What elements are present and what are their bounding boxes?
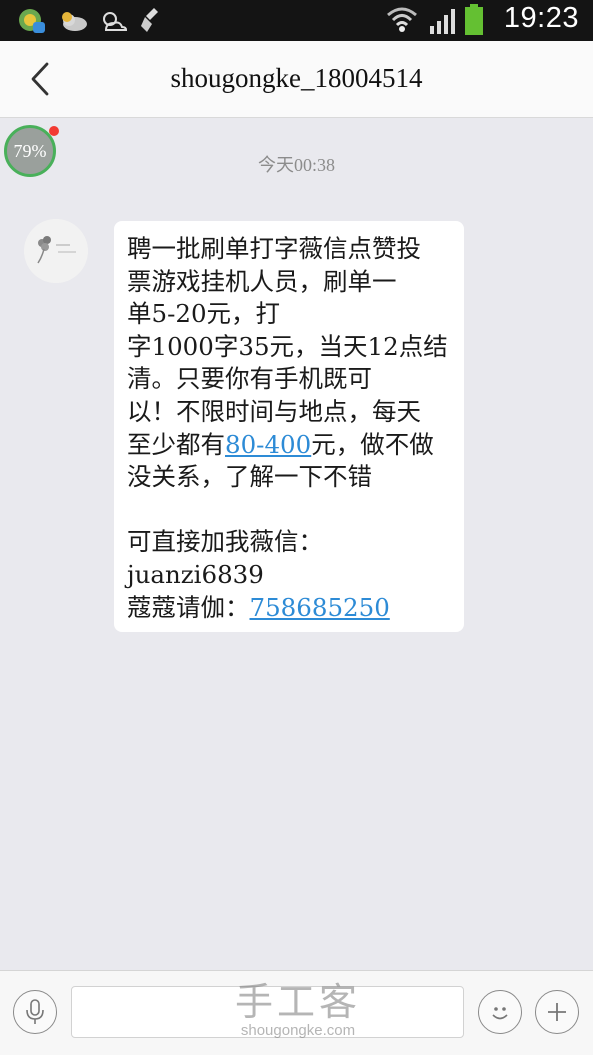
message-bubble[interactable]: 聘一批刷单打字薇信点赞投 票游戏挂机人员，刷单一 单5-20元，打 字1000字… (114, 221, 464, 632)
chat-header: shougongke_18004514 (0, 41, 593, 118)
app-notification-icon (19, 9, 45, 33)
voice-button[interactable] (13, 990, 57, 1034)
flower-avatar-icon (24, 219, 88, 283)
notification-dot (49, 126, 59, 136)
plus-icon (548, 1003, 566, 1021)
input-bar (0, 970, 593, 1055)
message-line: 清。只要你有手机既可 (127, 364, 372, 394)
message-line: 单5-20元，打 (127, 299, 281, 329)
message-line: 没关系，了解一下不错 (127, 462, 372, 492)
amount-link[interactable]: 80-400 (225, 430, 311, 459)
chat-title: shougongke_18004514 (170, 63, 423, 93)
message-line: 蔻蔻请伽：758685250 (127, 592, 452, 625)
wechat-id: juanzi6839 (127, 559, 264, 589)
message-text: 聘一批刷单打字薇信点赞投 票游戏挂机人员，刷单一 单5-20元，打 字1000字… (127, 233, 452, 624)
message-line: 票游戏挂机人员，刷单一 (127, 266, 397, 296)
contact-label: 可直接加我薇信： (127, 527, 323, 557)
signal-icon (430, 9, 455, 34)
message-line: 以！不限时间与地点，每天 (127, 396, 421, 426)
battery-icon (465, 4, 483, 35)
qq-number-link[interactable]: 758685250 (250, 593, 390, 622)
smiley-icon (492, 1007, 508, 1020)
cloudy-weather-icon (62, 12, 87, 31)
message-line: 至少都有80-400元，做不做 (127, 429, 452, 462)
status-bar: 19:23 (0, 0, 593, 41)
emoji-button[interactable] (478, 990, 522, 1034)
qq-label: 蔻蔻请伽： (127, 592, 250, 622)
message-line: 聘一批刷单打字薇信点赞投 (127, 234, 421, 263)
wifi-icon (387, 7, 417, 32)
sun-cloud-icon (103, 12, 128, 31)
message-text-segment: 元，做不做 (311, 429, 434, 459)
microphone-icon (26, 999, 44, 1024)
message-timestamp: 今天00:38 (257, 155, 335, 175)
more-button[interactable] (535, 990, 579, 1034)
status-time: 19:23 (503, 2, 579, 34)
message-input[interactable] (71, 986, 464, 1038)
cleaner-icon (141, 8, 158, 32)
message-text-segment: 至少都有 (127, 429, 225, 459)
message-line: 字1000字35元，当天12点结 (127, 331, 448, 361)
sender-avatar[interactable] (24, 219, 88, 283)
